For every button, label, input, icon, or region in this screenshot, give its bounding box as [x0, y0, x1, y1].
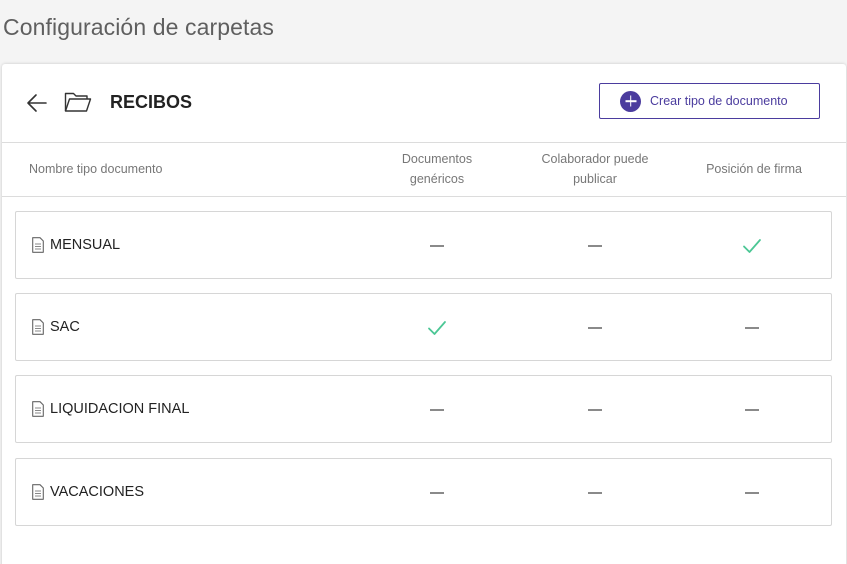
card-header: RECIBOS Crear tipo de documento [2, 64, 846, 143]
table-row[interactable]: MENSUAL [15, 211, 832, 279]
back-button[interactable] [26, 93, 48, 113]
generic-documents-cell [425, 398, 449, 422]
document-type-name: SAC [50, 319, 80, 335]
dash-icon [430, 492, 444, 494]
signature-position-cell [740, 398, 764, 422]
document-type-name: VACACIONES [50, 484, 145, 500]
column-header-name: Nombre tipo documento [29, 162, 163, 176]
dash-icon [588, 245, 602, 247]
dash-icon [430, 245, 444, 247]
column-header-collaborator-publish: Colaborador puede publicar [529, 149, 661, 189]
create-document-type-label: Crear tipo de documento [650, 94, 788, 108]
dash-icon [745, 492, 759, 494]
dash-icon [745, 327, 759, 329]
document-type-name: MENSUAL [50, 237, 121, 253]
column-header-generic-line2: genéricos [409, 172, 465, 186]
column-header-collab-line1: Colaborador puede [541, 152, 649, 166]
collaborator-publish-cell [583, 316, 607, 340]
checkmark-icon [428, 321, 446, 335]
folder-name: RECIBOS [110, 92, 193, 112]
column-header-generic-documents: Documentos genéricos [377, 149, 497, 189]
table-header: Nombre tipo documento Documentos genéric… [2, 144, 846, 197]
document-icon [32, 319, 44, 335]
signature-position-cell [740, 316, 764, 340]
document-icon [32, 237, 44, 253]
plus-circle-icon [620, 90, 641, 112]
column-header-collab-line2: publicar [573, 172, 617, 186]
document-icon [32, 401, 44, 417]
page-title: Configuración de carpetas [3, 14, 274, 40]
table-row[interactable]: SAC [15, 293, 832, 361]
table-row[interactable]: VACACIONES [15, 458, 832, 526]
column-header-generic-line1: Documentos [401, 152, 473, 166]
generic-documents-cell [425, 481, 449, 505]
document-type-name: LIQUIDACION FINAL [50, 401, 190, 417]
create-document-type-button[interactable]: Crear tipo de documento [599, 83, 820, 119]
dash-icon [745, 409, 759, 411]
generic-documents-cell [425, 316, 449, 340]
checkmark-icon [743, 239, 761, 253]
signature-position-cell [740, 481, 764, 505]
generic-documents-cell [425, 234, 449, 258]
dash-icon [588, 409, 602, 411]
arrow-left-icon [27, 94, 47, 112]
dash-icon [430, 409, 444, 411]
table-row[interactable]: LIQUIDACION FINAL [15, 375, 832, 443]
document-icon [32, 484, 44, 500]
folder-open-icon [64, 91, 92, 113]
collaborator-publish-cell [583, 234, 607, 258]
folder-config-card: RECIBOS Crear tipo de documento Nombre t… [2, 64, 846, 564]
dash-icon [588, 492, 602, 494]
collaborator-publish-cell [583, 398, 607, 422]
collaborator-publish-cell [583, 481, 607, 505]
signature-position-cell [740, 234, 764, 258]
column-header-signature-position: Posición de firma [706, 162, 802, 176]
dash-icon [588, 327, 602, 329]
